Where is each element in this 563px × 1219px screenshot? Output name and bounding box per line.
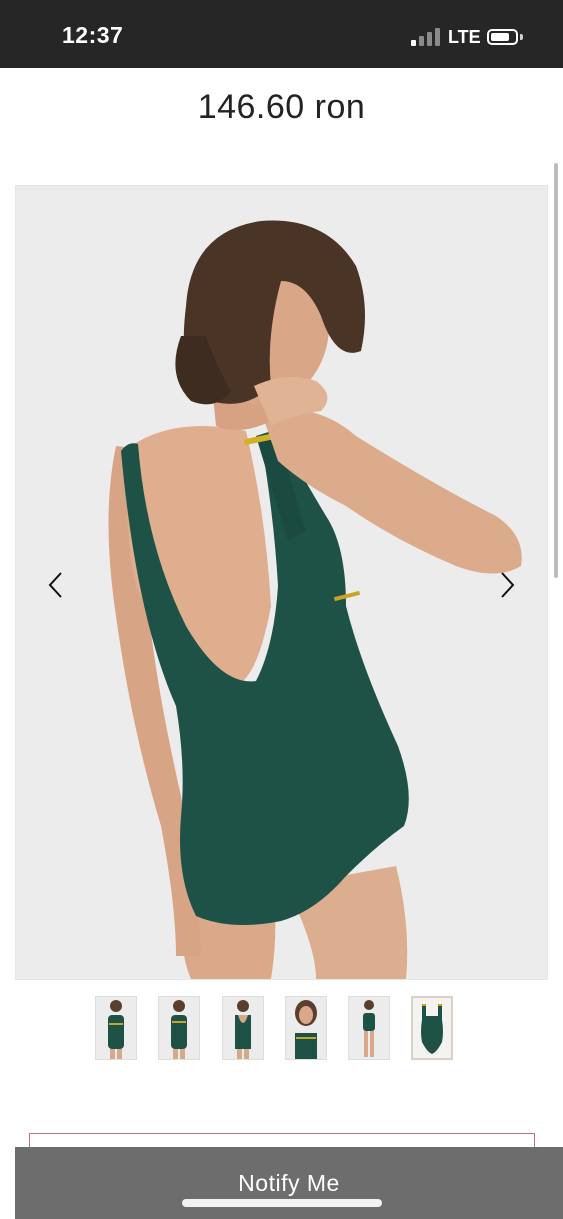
swimsuit-thumbnail bbox=[108, 1000, 124, 1059]
swimsuit-thumbnail bbox=[235, 1000, 251, 1059]
product-image[interactable] bbox=[15, 185, 548, 980]
swimsuit-thumbnail bbox=[295, 1000, 317, 1059]
scroll-indicator[interactable] bbox=[554, 163, 558, 578]
swimsuit-thumbnail bbox=[171, 1000, 187, 1059]
thumbnail-2[interactable] bbox=[158, 996, 200, 1060]
swimsuit-thumbnail bbox=[363, 1000, 375, 1057]
status-time: 12:37 bbox=[62, 22, 124, 48]
thumbnail-3[interactable] bbox=[222, 996, 264, 1060]
product-price: 146.60 ron bbox=[197, 88, 366, 126]
signal-strength-icon bbox=[411, 28, 441, 46]
swimsuit-photo bbox=[16, 186, 547, 979]
home-indicator[interactable] bbox=[182, 1199, 382, 1207]
network-type: LTE bbox=[448, 27, 481, 47]
thumbnail-1[interactable] bbox=[95, 996, 137, 1060]
chevron-right-icon bbox=[501, 572, 515, 598]
thumbnail-4[interactable] bbox=[285, 996, 327, 1060]
battery-tip bbox=[520, 34, 523, 40]
notify-me-button[interactable]: Notify Me bbox=[15, 1147, 563, 1219]
battery-level bbox=[491, 33, 509, 41]
chevron-left-icon bbox=[48, 572, 62, 598]
thumbnail-6[interactable] bbox=[411, 996, 453, 1060]
status-bar: 12:37 LTE bbox=[0, 0, 563, 68]
previous-image-button[interactable] bbox=[36, 565, 76, 605]
battery-icon bbox=[487, 29, 518, 45]
thumbnail-5[interactable] bbox=[348, 996, 390, 1060]
swimsuit-thumbnail bbox=[421, 1004, 443, 1054]
next-image-button[interactable] bbox=[487, 565, 527, 605]
